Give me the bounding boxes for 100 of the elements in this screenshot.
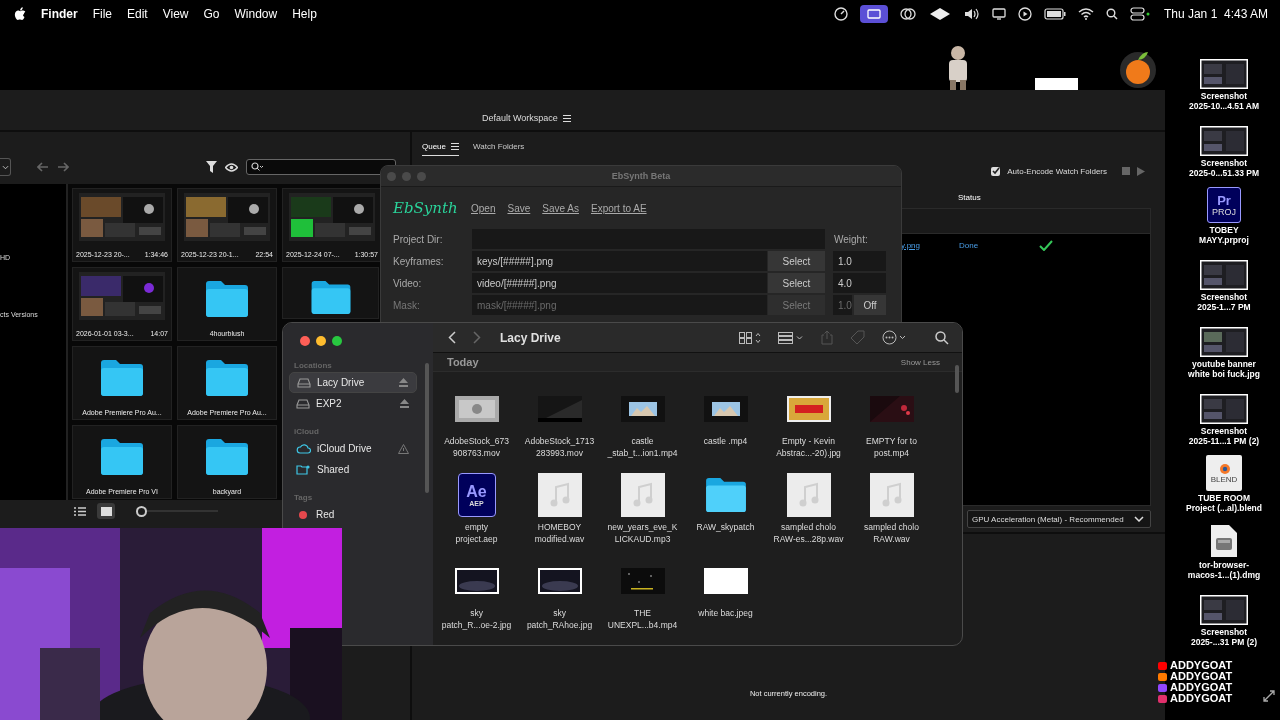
- display-icon[interactable]: [991, 6, 1006, 21]
- select-button[interactable]: Select: [768, 273, 825, 293]
- menu-link[interactable]: Save As: [542, 202, 579, 214]
- group-icon[interactable]: [778, 331, 804, 344]
- file-name[interactable]: tor-browser- macos-1...(1).dmg: [1187, 560, 1261, 580]
- file-name[interactable]: white bac.jpeg: [698, 607, 753, 619]
- list-view-icon[interactable]: [74, 506, 86, 516]
- wifi-icon[interactable]: [1077, 7, 1094, 20]
- file-name[interactable]: new_years_eve_K LICKAUD.mp3: [607, 521, 678, 545]
- menu-item[interactable]: Edit: [127, 6, 148, 21]
- gauge-icon[interactable]: [833, 6, 848, 21]
- sidebar-item[interactable]: Lacy Drive: [289, 372, 417, 393]
- file-name[interactable]: AdobeStock_673 908763.mov: [444, 435, 509, 459]
- sidebar-item[interactable]: Red: [289, 504, 417, 525]
- file-name[interactable]: sampled cholo RAW-es...28p.wav: [773, 521, 844, 545]
- input-field[interactable]: video/[#####].png: [472, 273, 767, 293]
- section-heading: Today: [447, 356, 479, 369]
- eject-icon[interactable]: [400, 399, 409, 408]
- dropdown-button[interactable]: [0, 158, 11, 176]
- workspace-menu[interactable]: Default Workspace: [482, 113, 571, 123]
- forward-chevron-icon[interactable]: [473, 331, 481, 345]
- media-tile[interactable]: [282, 267, 379, 319]
- window-zoom-button[interactable]: [332, 336, 342, 346]
- app-menu[interactable]: Finder: [41, 6, 78, 21]
- eye-icon[interactable]: [225, 162, 238, 172]
- play-circle-icon[interactable]: [1017, 6, 1032, 21]
- file-name[interactable]: sky patch_RAhoe.jpg: [526, 607, 593, 631]
- menu-clock[interactable]: Thu Jan 1 4:43 AM: [1163, 6, 1268, 21]
- control-center-icon[interactable]: [1129, 6, 1150, 21]
- file-name[interactable]: Screenshot 2025-0...51.33 PM: [1189, 158, 1259, 178]
- file-name[interactable]: Empty - Kevin Abstrac...-20).jpg: [776, 435, 841, 459]
- menu-link[interactable]: Export to AE: [590, 202, 647, 214]
- file-name[interactable]: TUBE ROOM Project (...al).blend: [1185, 493, 1262, 513]
- filter-icon[interactable]: [206, 161, 217, 173]
- icon-view-icon[interactable]: [739, 331, 761, 344]
- scrollbar[interactable]: [425, 363, 429, 493]
- checkbox[interactable]: [991, 166, 1001, 176]
- sidebar-item[interactable]: EXP2: [289, 393, 417, 414]
- file-name[interactable]: castle .mp4: [703, 435, 748, 447]
- renderer-dropdown[interactable]: GPU Acceleration (Metal) - Recommended: [967, 510, 1151, 528]
- weight-field[interactable]: 1.0: [833, 251, 886, 271]
- file-name[interactable]: Screenshot 2025-...31 PM (2): [1190, 627, 1258, 647]
- slider-thumb[interactable]: [136, 505, 147, 517]
- panel-tab[interactable]: Queue: [422, 142, 460, 156]
- weight-field[interactable]: 4.0: [833, 273, 886, 293]
- tile-icon: [100, 506, 112, 516]
- window-close-button[interactable]: [300, 336, 310, 346]
- menu-item[interactable]: File: [92, 6, 112, 21]
- file-name[interactable]: sampled cholo RAW.wav: [864, 521, 919, 545]
- volume-icon[interactable]: [963, 6, 980, 21]
- file-name[interactable]: sky patch_R...oe-2.jpg: [441, 607, 512, 631]
- file-name[interactable]: Screenshot 2025-1...7 PM: [1197, 292, 1251, 312]
- sidebar-item[interactable]: Shared: [289, 459, 417, 480]
- file-name[interactable]: THE UNEXPL...b4.mp4: [607, 607, 678, 631]
- file-name[interactable]: empty project.aep: [455, 521, 498, 545]
- search-icon: [251, 162, 265, 172]
- battery-icon[interactable]: [1043, 7, 1066, 20]
- panel-tab[interactable]: Watch Folders: [473, 142, 525, 156]
- file-name[interactable]: TOBEY MAYY.prproj: [1199, 225, 1249, 245]
- scrollbar[interactable]: [955, 365, 959, 393]
- menu-link[interactable]: Open: [471, 202, 496, 214]
- menu-item[interactable]: Help: [292, 6, 317, 21]
- menu-item[interactable]: Window: [234, 6, 278, 21]
- search-icon[interactable]: [1105, 7, 1118, 20]
- file-name[interactable]: Screenshot 2025-11...1 PM (2): [1188, 426, 1260, 446]
- folder-icon: [204, 359, 250, 397]
- file-name[interactable]: castle _stab_t...ion1.mp4: [607, 435, 678, 459]
- file-name[interactable]: RAW_skypatch: [696, 521, 755, 533]
- file-name[interactable]: youtube banner white boi fuck.jpg: [1188, 359, 1260, 379]
- apple-logo-icon[interactable]: [14, 6, 26, 21]
- menu-item[interactable]: Go: [203, 6, 220, 21]
- screen-icon[interactable]: [859, 4, 888, 23]
- show-less-button[interactable]: Show Less: [900, 357, 940, 367]
- input-field[interactable]: keys/[#####].png: [472, 251, 767, 271]
- icon-view-button[interactable]: [97, 503, 115, 519]
- folder-icon: [204, 438, 250, 476]
- menu-item[interactable]: View: [162, 6, 189, 21]
- window-minimize-button[interactable]: [316, 336, 326, 346]
- forward-arrow-icon[interactable]: [57, 162, 69, 172]
- search-icon[interactable]: [935, 330, 949, 345]
- select-button[interactable]: Select: [768, 251, 825, 271]
- search-field[interactable]: [246, 159, 396, 175]
- file-name[interactable]: AdobeStock_1713 283993.mov: [524, 435, 595, 459]
- rings-icon[interactable]: [899, 6, 916, 21]
- output-file-link[interactable]: y.png: [901, 240, 933, 250]
- field-label: Project Dir:: [393, 233, 444, 245]
- menu-icon: [562, 114, 571, 122]
- play-icon[interactable]: [1137, 166, 1145, 176]
- file-name[interactable]: HOMEBOY modified.wav: [534, 521, 585, 545]
- back-arrow-icon[interactable]: [37, 162, 49, 172]
- eject-icon[interactable]: [399, 378, 408, 387]
- sidebar-item[interactable]: iCloud Drive: [289, 438, 417, 459]
- expand-icon[interactable]: [1263, 690, 1275, 702]
- back-chevron-icon[interactable]: [448, 331, 456, 345]
- field-label: Video:: [393, 277, 423, 289]
- file-name[interactable]: EMPTY for to post.mp4: [866, 435, 917, 459]
- more-icon[interactable]: [882, 330, 908, 346]
- drive-icon: [297, 377, 311, 388]
- menu-link[interactable]: Save: [507, 202, 531, 214]
- file-name[interactable]: Screenshot 2025-10...4.51 AM: [1188, 91, 1260, 111]
